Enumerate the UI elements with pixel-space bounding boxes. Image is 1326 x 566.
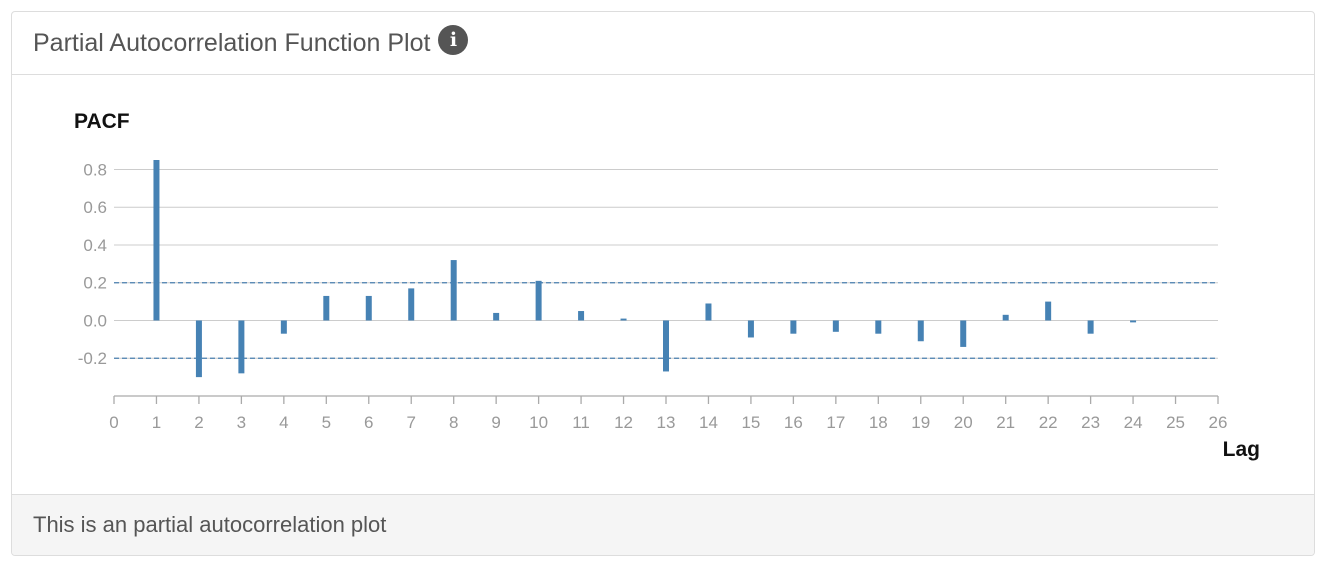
x-tick-label: 3 [237, 413, 246, 432]
panel-title: Partial Autocorrelation Function Plot [33, 28, 431, 57]
x-tick-label: 16 [784, 413, 803, 432]
pacf-bar [153, 160, 160, 321]
x-tick-label: 19 [911, 413, 930, 432]
pacf-bar [578, 311, 585, 321]
pacf-bar [747, 320, 754, 338]
x-tick-label: 24 [1124, 413, 1143, 432]
x-tick-label: 5 [322, 413, 331, 432]
pacf-bar [535, 280, 542, 321]
info-circle-icon[interactable]: i [438, 25, 469, 55]
pacf-bar [960, 320, 967, 347]
x-tick-label: 10 [529, 413, 548, 432]
pacf-bar [450, 260, 457, 321]
x-tick-label: 9 [491, 413, 500, 432]
pacf-bar [195, 320, 202, 378]
x-tick-label: 18 [869, 413, 888, 432]
y-tick-label: 0.2 [83, 274, 107, 293]
pacf-bar [1045, 301, 1052, 321]
pacf-bar [705, 303, 712, 321]
y-tick-label: 0.4 [83, 236, 107, 255]
pacf-panel: Partial Autocorrelation Function Plot i … [11, 11, 1315, 556]
x-tick-label: 26 [1209, 413, 1228, 432]
y-tick-label: 0.0 [83, 311, 107, 330]
x-tick-label: 21 [996, 413, 1015, 432]
pacf-bar [790, 320, 797, 334]
x-tick-label: 12 [614, 413, 633, 432]
x-tick-label: 14 [699, 413, 718, 432]
x-tick-label: 2 [194, 413, 203, 432]
x-tick-label: 7 [406, 413, 415, 432]
y-axis-label: PACF [74, 110, 130, 133]
x-tick-label: 22 [1039, 413, 1058, 432]
pacf-bar [408, 288, 415, 321]
pacf-bar [875, 320, 882, 334]
panel-header: Partial Autocorrelation Function Plot i [12, 12, 1314, 75]
x-tick-label: 17 [826, 413, 845, 432]
pacf-bar [1002, 314, 1009, 321]
pacf-bar [280, 320, 287, 334]
x-tick-label: 13 [657, 413, 676, 432]
pacf-bar [917, 320, 924, 342]
pacf-bar [620, 318, 627, 321]
x-tick-label: 15 [741, 413, 760, 432]
pacf-chart: PACF0.80.60.40.20.0-0.20 1 2 3 4 5 6 7 8 9 10 11 12 1… [74, 110, 1260, 461]
pacf-bar [1130, 320, 1137, 323]
x-tick-label: 0 [109, 413, 118, 432]
x-tick-label: 23 [1081, 413, 1100, 432]
x-tick-label: 1 [152, 413, 161, 432]
pacf-bar [365, 295, 372, 321]
pacf-bar [832, 320, 839, 332]
x-tick-label: 20 [954, 413, 973, 432]
pacf-bar [663, 320, 669, 372]
pacf-bar [493, 312, 500, 321]
pacf-bar [323, 295, 330, 321]
x-tick-label: 6 [364, 413, 373, 432]
pacf-bar [1087, 320, 1094, 334]
y-tick-label: 0.8 [83, 160, 107, 179]
y-tick-label: 0.6 [83, 198, 107, 217]
x-tick-label: 8 [449, 413, 458, 432]
y-tick-label: -0.2 [78, 349, 107, 368]
x-tick-label: 4 [279, 413, 288, 432]
footer-text: This is an partial autocorrelation plot [33, 512, 387, 537]
chart-area: PACF 0.8 0.6 0.4 0.2 0.0 -0.2 0 1 2 3 4 5 6 7 8 9 10 11 12 1… [12, 75, 1314, 496]
pacf-bar [238, 320, 245, 374]
panel-footer: This is an partial autocorrelation plot [12, 494, 1314, 555]
x-tick-label: 25 [1166, 413, 1185, 432]
x-axis-label: Lag [1223, 438, 1260, 461]
x-tick-label: 11 [572, 413, 590, 432]
